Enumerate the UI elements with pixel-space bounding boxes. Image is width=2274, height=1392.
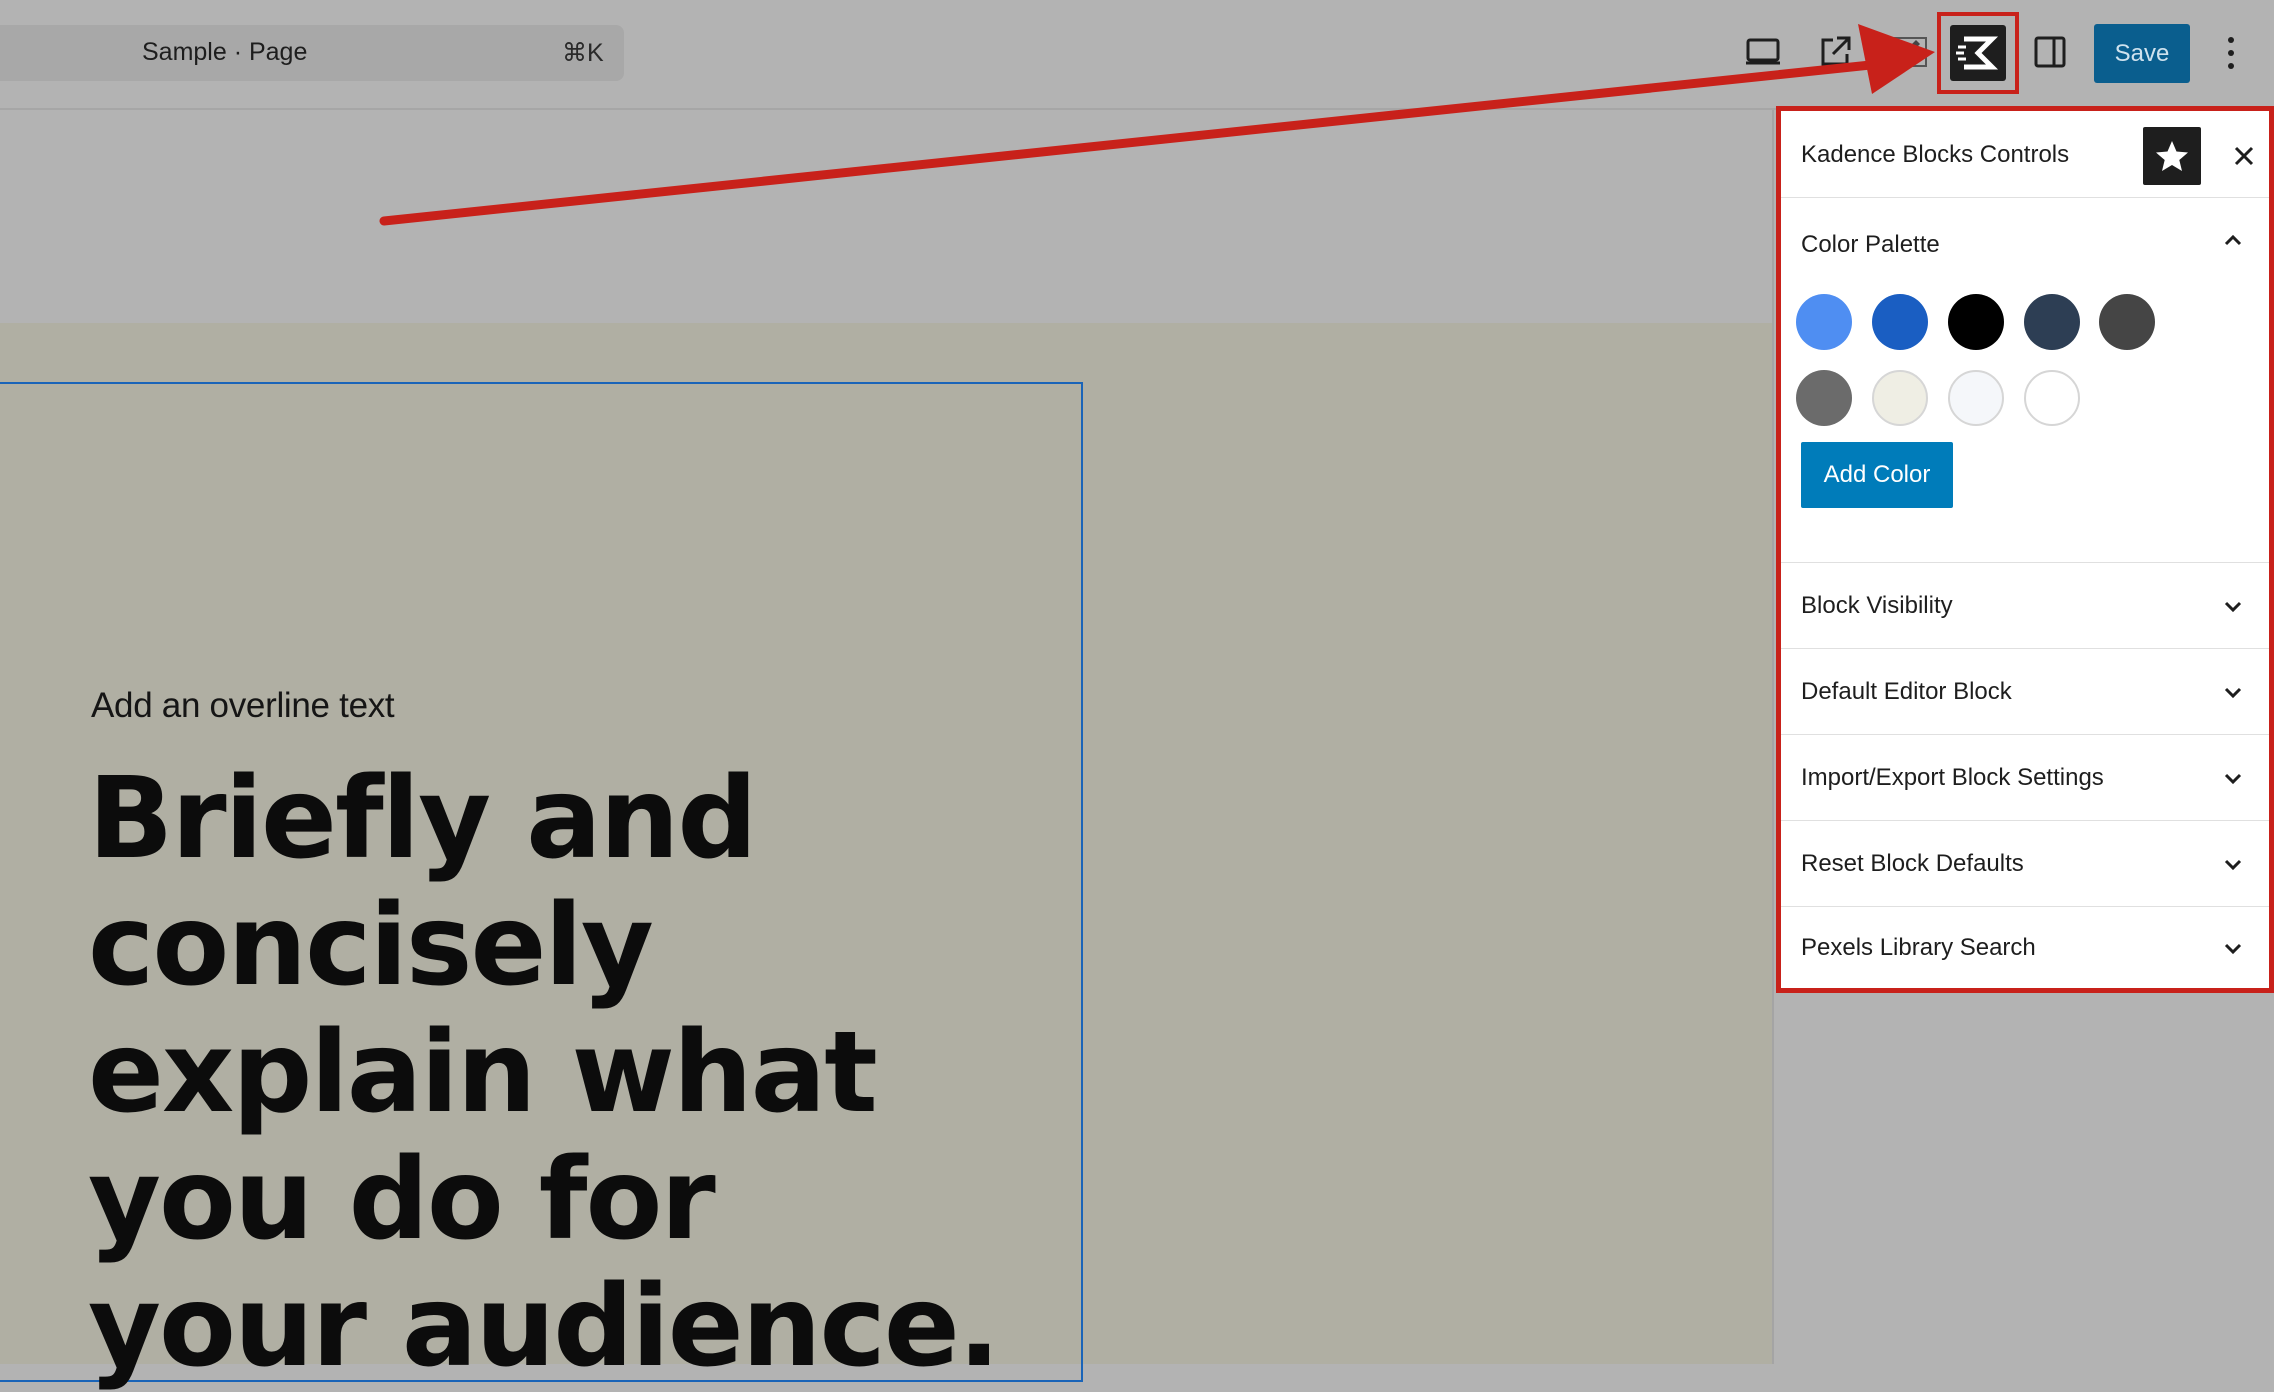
color-swatch[interactable] [1872, 370, 1928, 426]
chevron-down-icon [2224, 601, 2242, 613]
section-title: Import/Export Block Settings [1801, 764, 2104, 791]
chevron-down-icon [2224, 943, 2242, 955]
document-title[interactable]: Sample · Page [142, 38, 307, 67]
kadence-blocks-button[interactable] [1937, 12, 2019, 94]
chevron-down-icon [2224, 773, 2242, 785]
section-title: Reset Block Defaults [1801, 850, 2024, 877]
color-swatch[interactable] [1872, 294, 1928, 350]
headline-line: your audience. [88, 1262, 1000, 1392]
headline-line: concisely [88, 881, 654, 1011]
import-export-section[interactable]: Import/Export Block Settings [1781, 734, 2269, 821]
canvas-header-area [0, 110, 1772, 323]
kadence-controls-panel: Kadence Blocks Controls Color Palette Ad… [1776, 106, 2274, 993]
overline-text[interactable]: Add an overline text [91, 686, 395, 726]
section-title: Default Editor Block [1801, 678, 2012, 705]
more-vertical-icon[interactable] [2216, 30, 2246, 76]
chevron-up-icon[interactable] [2221, 229, 2245, 253]
save-button[interactable]: Save [2094, 24, 2190, 83]
color-palette-section: Color Palette Add Color [1781, 197, 2269, 563]
section-title[interactable]: Color Palette [1801, 231, 1940, 259]
sidebar-toggle-icon[interactable] [2028, 30, 2072, 74]
headline-line: you do for [88, 1135, 716, 1265]
default-editor-block-section[interactable]: Default Editor Block [1781, 648, 2269, 735]
kadence-icon [1950, 25, 2006, 81]
section-title: Pexels Library Search [1801, 934, 2036, 961]
hero-headline[interactable]: Briefly and concisely explain what you d… [88, 756, 1088, 1391]
headline-line: explain what [88, 1008, 878, 1138]
color-swatch[interactable] [1948, 370, 2004, 426]
close-icon[interactable] [2225, 137, 2263, 175]
panel-title: Kadence Blocks Controls [1801, 141, 2070, 168]
color-swatch[interactable] [1796, 294, 1852, 350]
external-link-icon[interactable] [1813, 30, 1857, 74]
command-shortcut: ⌘K [562, 39, 604, 67]
color-swatch[interactable] [2024, 294, 2080, 350]
edit-pencil-icon[interactable] [1886, 30, 1930, 74]
editor-top-bar: Sample · Page ⌘K Save [0, 0, 2274, 110]
chevron-down-icon [2224, 859, 2242, 871]
reset-block-defaults-section[interactable]: Reset Block Defaults [1781, 820, 2269, 907]
desktop-preview-icon[interactable] [1741, 30, 1785, 74]
panel-header: Kadence Blocks Controls [1781, 111, 2269, 198]
color-swatch[interactable] [1948, 294, 2004, 350]
command-palette-bar[interactable]: Sample · Page ⌘K [0, 25, 624, 81]
color-swatch[interactable] [1796, 370, 1852, 426]
section-title: Block Visibility [1801, 592, 1953, 619]
star-icon[interactable] [2143, 127, 2201, 185]
block-visibility-section[interactable]: Block Visibility [1781, 562, 2269, 649]
add-color-button[interactable]: Add Color [1801, 442, 1953, 508]
headline-line: Briefly and [88, 754, 758, 884]
chevron-down-icon [2224, 687, 2242, 699]
color-swatch[interactable] [2099, 294, 2155, 350]
pexels-library-search-section[interactable]: Pexels Library Search [1781, 906, 2269, 988]
color-swatch[interactable] [2024, 370, 2080, 426]
